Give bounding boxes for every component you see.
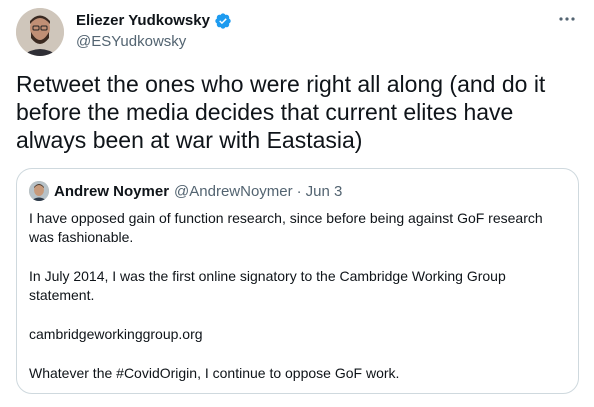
quoted-author-handle: @AndrewNoymer — [174, 182, 293, 200]
author-avatar[interactable] — [16, 8, 64, 56]
separator-dot: · — [296, 182, 302, 200]
verified-badge-icon — [215, 13, 231, 29]
quoted-tweet-header: Andrew Noymer @AndrewNoymer · Jun 3 — [29, 181, 342, 201]
quoted-tweet-text: I have opposed gain of function research… — [29, 209, 559, 383]
quoted-paragraph: In July 2014, I was the first online sig… — [29, 268, 506, 303]
more-options-icon[interactable] — [554, 6, 580, 32]
quoted-tweet-date: Jun 3 — [305, 182, 343, 200]
ellipsis-icon — [559, 17, 575, 21]
tweet-text: Retweet the ones who were right all alon… — [16, 71, 546, 153]
author-info: Eliezer Yudkowsky @ESYudkowsky — [76, 11, 232, 52]
quoted-author-name: Andrew Noymer — [54, 182, 170, 200]
quoted-tweet[interactable]: Andrew Noymer @AndrewNoymer · Jun 3 I ha… — [16, 168, 579, 394]
author-handle[interactable]: @ESYudkowsky — [76, 32, 232, 52]
person-avatar-icon — [16, 8, 64, 56]
quoted-paragraph: I have opposed gain of function research… — [29, 210, 543, 245]
quoted-paragraph: Whatever the #CovidOrigin, I continue to… — [29, 365, 400, 381]
quoted-paragraph: cambridgeworkinggroup.org — [29, 326, 203, 342]
person-avatar-icon — [29, 181, 49, 201]
quoted-author-avatar — [29, 181, 49, 201]
author-display-name[interactable]: Eliezer Yudkowsky — [76, 11, 210, 31]
